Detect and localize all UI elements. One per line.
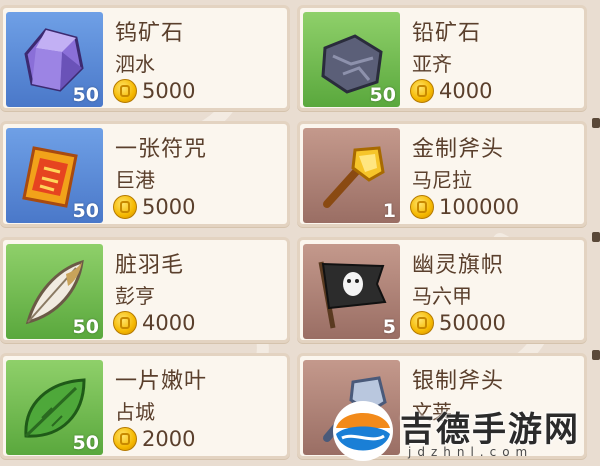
price-row: 5000 (113, 194, 195, 220)
item-card[interactable]: 5 幽灵旗帜 马六甲 50000 (297, 237, 587, 343)
scroll-marker (592, 118, 600, 128)
item-card[interactable]: 50 脏羽毛 彭亨 4000 (0, 237, 290, 343)
item-name: 铅矿石 (412, 21, 482, 46)
item-location: 马六甲 (412, 284, 472, 308)
price-row: 5000 (113, 78, 195, 104)
item-card[interactable]: 50 一张符咒 巨港 5000 (0, 121, 290, 227)
item-location: 亚齐 (412, 52, 452, 76)
item-thumbnail: 50 (6, 12, 103, 107)
price-row: 50000 (410, 310, 506, 336)
watermark-title: 吉德手游网 (400, 410, 580, 450)
item-card[interactable]: 50 钨矿石 泗水 5000 (0, 5, 290, 111)
price-row: 4000 (113, 310, 195, 336)
item-location: 巨港 (115, 168, 155, 192)
coin-icon (113, 311, 137, 335)
item-thumbnail: 1 (303, 128, 400, 223)
scroll-marker (592, 350, 600, 360)
item-quantity: 50 (72, 200, 99, 222)
item-quantity: 1 (382, 200, 396, 222)
item-thumbnail: 50 (6, 128, 103, 223)
price-row: 100000 (410, 194, 519, 220)
item-location: 马尼拉 (412, 168, 472, 192)
item-price: 100000 (439, 195, 520, 219)
item-card[interactable]: 50 铅矿石 亚齐 4000 (297, 5, 587, 111)
item-name: 幽灵旗帜 (412, 253, 505, 278)
item-quantity: 50 (72, 84, 99, 106)
coin-icon (410, 311, 434, 335)
item-quantity: 50 (72, 432, 99, 454)
watermark-url: jdzhnl.com (408, 445, 534, 459)
item-thumbnail: 50 (6, 244, 103, 339)
watermark-logo-icon (333, 401, 393, 461)
item-price: 5000 (142, 79, 196, 103)
item-location: 彭亨 (115, 284, 155, 308)
item-name: 一片嫩叶 (115, 369, 208, 394)
item-thumbnail: 50 (303, 12, 400, 107)
item-name: 一张符咒 (115, 137, 208, 162)
coin-icon (410, 195, 434, 219)
item-thumbnail: 50 (6, 360, 103, 455)
coin-icon (113, 195, 137, 219)
coin-icon (113, 427, 137, 451)
item-name: 脏羽毛 (115, 253, 185, 278)
item-price: 50000 (439, 311, 506, 335)
item-location: 泗水 (115, 52, 155, 76)
item-price: 4000 (439, 79, 493, 103)
scroll-marker (592, 232, 600, 242)
item-card[interactable]: 50 一片嫩叶 占城 2000 (0, 353, 290, 459)
item-price: 2000 (142, 427, 196, 451)
item-card[interactable]: 1 金制斧头 马尼拉 100000 (297, 121, 587, 227)
item-name: 金制斧头 (412, 137, 505, 162)
item-price: 4000 (142, 311, 196, 335)
item-quantity: 50 (72, 316, 99, 338)
price-row: 2000 (113, 426, 195, 452)
item-name: 银制斧头 (412, 369, 505, 394)
watermark: 吉德手游网 jdzhnl.com (330, 396, 600, 466)
item-name: 钨矿石 (115, 21, 185, 46)
item-quantity: 5 (382, 316, 396, 338)
price-row: 4000 (410, 78, 492, 104)
item-thumbnail: 5 (303, 244, 400, 339)
item-location: 占城 (115, 400, 155, 424)
item-quantity: 50 (369, 84, 396, 106)
item-price: 5000 (142, 195, 196, 219)
coin-icon (410, 79, 434, 103)
coin-icon (113, 79, 137, 103)
